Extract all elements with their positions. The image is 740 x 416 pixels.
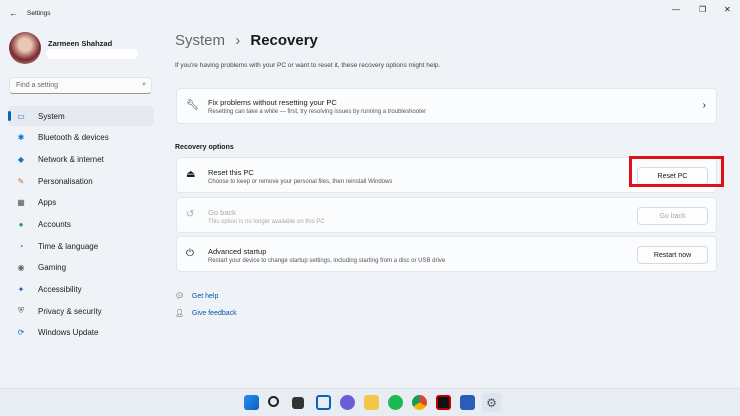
sidebar-item-label: Gaming — [38, 262, 67, 272]
back-icon[interactable]: ← — [9, 8, 18, 18]
advanced-title: Advanced startup — [208, 247, 267, 256]
window-title: Settings — [27, 10, 51, 17]
sidebar-icon: ✎ — [17, 176, 25, 186]
give-feedback-link[interactable]: 👤︎ Give feedback — [175, 309, 237, 318]
spotify-icon[interactable] — [388, 395, 403, 410]
page-title: Recovery — [250, 32, 318, 49]
breadcrumb-separator: › — [235, 32, 241, 49]
breadcrumb: System › Recovery — [175, 32, 318, 49]
sidebar-item-label: Accounts — [38, 219, 71, 229]
close-button[interactable]: ✕ — [724, 5, 731, 14]
sidebar-item-gaming[interactable]: ◉ Gaming — [8, 257, 154, 277]
breadcrumb-system[interactable]: System — [175, 32, 225, 49]
title-bar: ← Settings — ❐ ✕ — [0, 0, 740, 28]
go-back-desc: This option is no longer available on th… — [208, 219, 325, 225]
advanced-startup-icon: ⏻ — [186, 248, 194, 259]
search-input[interactable]: Find a setting ⌕ — [9, 77, 152, 94]
search-placeholder: Find a setting — [16, 82, 59, 89]
give-feedback-label: Give feedback — [191, 309, 237, 317]
fix-problems-card[interactable]: 🔧︎ Fix problems without resetting your P… — [176, 88, 717, 124]
file-explorer-icon[interactable] — [364, 395, 379, 410]
sidebar-item-windows-update[interactable]: ⟳ Windows Update — [8, 322, 154, 342]
sidebar-item-label: Personalisation — [38, 176, 93, 186]
wrench-icon: 🔧︎ — [186, 100, 199, 111]
sidebar-icon: ⛨ — [18, 306, 24, 315]
sidebar-icon: ▦ — [17, 197, 25, 207]
page-subtitle: If you're having problems with your PC o… — [175, 62, 441, 69]
user-name: Zarmeen Shahzad — [48, 39, 113, 48]
sidebar-item-label: Network & internet — [38, 154, 104, 164]
sidebar-icon: ◆ — [17, 154, 25, 164]
netflix-icon[interactable] — [436, 395, 451, 410]
sidebar-item-network-internet[interactable]: ◆ Network & internet — [8, 149, 154, 169]
avatar[interactable] — [9, 32, 41, 64]
sidebar-item-label: Windows Update — [38, 327, 99, 337]
sidebar-item-label: Bluetooth & devices — [38, 132, 109, 142]
go-back-title: Go back — [208, 208, 236, 217]
sidebar-item-time-language[interactable]: ◔ Time & language — [8, 236, 154, 256]
chevron-right-icon: › — [702, 100, 706, 111]
history-icon: ↺ — [186, 209, 195, 220]
sidebar-item-accounts[interactable]: ● Accounts — [8, 214, 154, 234]
start-icon[interactable] — [244, 395, 259, 410]
advanced-desc: Restart your device to change startup se… — [208, 258, 446, 264]
fix-title: Fix problems without resetting your PC — [208, 98, 337, 107]
advanced-startup-card: ⏻ Advanced startup Restart your device t… — [176, 236, 717, 272]
get-help-label: Get help — [191, 292, 219, 300]
section-heading: Recovery options — [175, 144, 234, 151]
sidebar-item-label: Time & language — [38, 241, 99, 251]
minimize-button[interactable]: — — [672, 5, 680, 14]
teams-chat-icon[interactable] — [340, 395, 355, 410]
get-help-link[interactable]: 💬︎ Get help — [175, 292, 219, 301]
sidebar-icon: ◉ — [17, 262, 25, 272]
settings-taskbar-icon[interactable]: ⚙ — [482, 393, 501, 412]
highlight-box — [629, 156, 724, 187]
sidebar-icon: ✦ — [17, 284, 25, 294]
reset-title: Reset this PC — [208, 168, 254, 177]
chrome-icon[interactable] — [412, 395, 427, 410]
sidebar-item-label: Accessibility — [38, 284, 82, 294]
sidebar-item-bluetooth-devices[interactable]: ✱ Bluetooth & devices — [8, 127, 154, 147]
user-email-redacted — [46, 49, 138, 59]
taskbar: ⚙ — [0, 388, 740, 416]
sidebar-icon: ▭ — [17, 111, 25, 121]
task-view-icon[interactable] — [292, 397, 304, 409]
sidebar-item-label: Privacy & security — [38, 306, 102, 316]
fix-desc: Resetting can take a while — first, try … — [208, 109, 427, 115]
search-icon: ⌕ — [142, 81, 146, 88]
search-taskbar-icon[interactable] — [268, 396, 279, 407]
sidebar-icon: ◔ — [18, 241, 24, 251]
sidebar-item-accessibility[interactable]: ✦ Accessibility — [8, 279, 154, 299]
reset-desc: Choose to keep or remove your personal f… — [208, 179, 393, 185]
word-icon[interactable] — [460, 395, 475, 410]
widgets-icon[interactable] — [316, 395, 331, 410]
maximize-button[interactable]: ❐ — [699, 5, 706, 14]
help-icon: 💬︎ — [175, 293, 184, 300]
sidebar-icon: ● — [18, 219, 24, 229]
go-back-card: ↺ Go back This option is no longer avail… — [176, 197, 717, 233]
sidebar-item-label: System — [38, 111, 65, 121]
sidebar-item-personalisation[interactable]: ✎ Personalisation — [8, 171, 154, 191]
reset-icon: ⏏ — [186, 169, 196, 180]
sidebar-item-system[interactable]: ▭ System — [8, 106, 154, 126]
restart-now-button[interactable]: Restart now — [637, 246, 708, 264]
feedback-icon: 👤︎ — [175, 310, 184, 317]
sidebar-icon: ✱ — [17, 132, 25, 142]
sidebar-item-label: Apps — [38, 197, 57, 207]
go-back-button[interactable]: Go back — [637, 207, 708, 225]
sidebar-item-apps[interactable]: ▦ Apps — [8, 192, 154, 212]
sidebar-icon: ⟳ — [17, 327, 25, 337]
sidebar-item-privacy-security[interactable]: ⛨ Privacy & security — [8, 301, 154, 321]
